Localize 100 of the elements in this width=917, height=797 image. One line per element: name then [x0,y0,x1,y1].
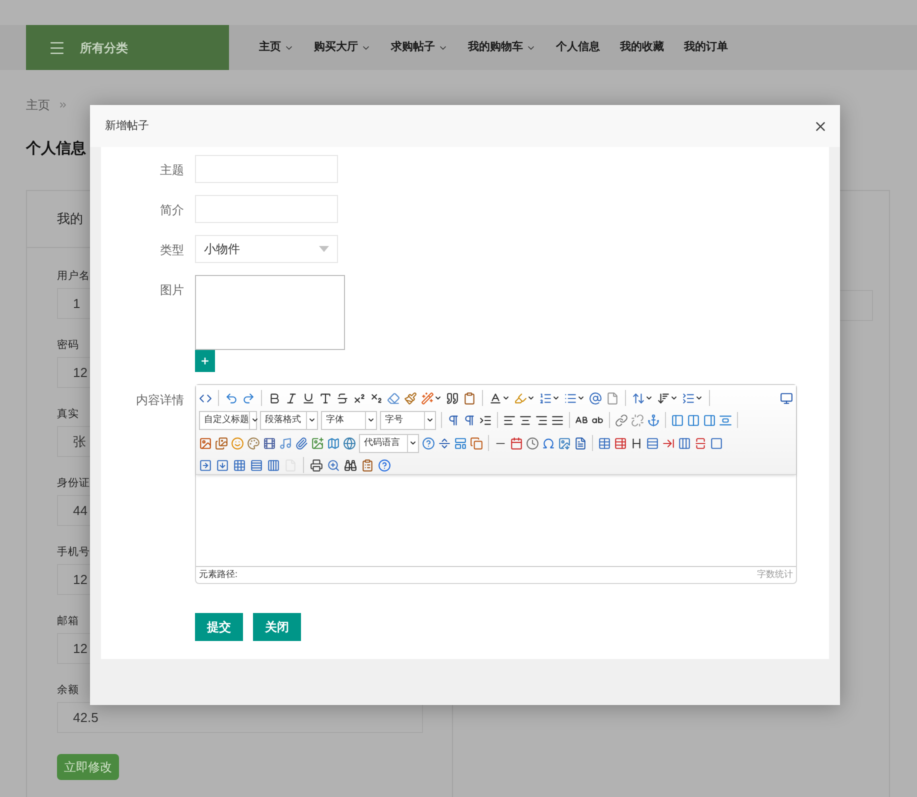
file-icon[interactable] [606,392,619,404]
caret-icon[interactable] [645,394,653,402]
redo-icon[interactable] [242,392,255,404]
omega-icon[interactable] [542,436,555,450]
editor-select[interactable]: 自定义标题 [199,410,257,430]
breadcrumb-link[interactable]: 主页 [26,96,50,114]
paste-icon[interactable] [463,392,476,404]
merge-right-icon[interactable] [199,458,212,472]
rich-text-editor[interactable]: 自定义标题 段落格式 字体 字号 代码语言 元素路径: 字数统计 [195,384,797,584]
font-color-icon[interactable] [489,392,502,404]
anchor-icon[interactable] [647,414,660,426]
caret-icon[interactable] [670,394,678,402]
subscript-icon[interactable] [370,392,383,404]
caret-icon[interactable] [552,394,560,402]
delete-table-icon[interactable] [614,436,627,450]
caret-icon[interactable] [434,394,442,402]
image-icon[interactable] [199,436,212,450]
unlink-icon[interactable] [631,414,644,426]
images-icon[interactable] [215,436,228,450]
table-icon[interactable] [598,436,611,450]
align-center-icon[interactable] [519,414,532,426]
submit-button[interactable]: 提交 [195,613,243,641]
delete-column-icon[interactable] [694,436,707,450]
link-icon[interactable] [615,414,628,426]
image-block-icon[interactable] [719,414,732,426]
insert-column-icon[interactable] [678,436,691,450]
at-sign-icon[interactable] [589,392,602,404]
nav-link[interactable]: 我的收藏 [620,39,664,56]
nav-link[interactable]: 购买大厅 [314,39,371,56]
editor-select[interactable]: 字体 [321,410,377,430]
music-icon[interactable] [279,436,292,450]
close-dialog-button[interactable]: 关闭 [253,613,301,641]
all-categories-button[interactable]: 所有分类 [26,25,229,70]
draft-icon[interactable] [361,458,374,472]
text-field[interactable] [195,195,338,223]
nav-link[interactable]: 个人信息 [556,39,600,56]
quote-icon[interactable] [446,392,459,404]
editor-select[interactable]: 段落格式 [260,410,318,430]
preview-icon[interactable] [327,458,340,472]
code-icon[interactable] [199,392,212,404]
image-center-icon[interactable] [687,414,700,426]
text-field[interactable] [195,155,338,183]
fullscreen-icon[interactable] [780,392,793,404]
search-icon[interactable] [344,458,357,472]
page-break-icon[interactable] [438,436,451,450]
align-right-icon[interactable] [535,414,548,426]
nav-link[interactable]: 我的订单 [684,39,728,56]
insert-row-icon[interactable] [646,436,659,450]
doodle-icon[interactable] [247,436,260,450]
underline-icon[interactable] [302,392,315,404]
split-cells-icon[interactable] [233,458,246,472]
image-left-icon[interactable] [671,414,684,426]
caret-icon[interactable] [695,394,703,402]
ltr-icon[interactable] [447,414,460,426]
align-justify-icon[interactable] [551,414,564,426]
nav-link[interactable]: 我的购物车 [468,39,536,56]
caret-icon[interactable] [577,394,585,402]
merge-down-icon[interactable] [216,458,229,472]
add-image-button[interactable] [195,350,215,372]
rtl-icon[interactable] [463,414,476,426]
row-spacing-icon[interactable] [632,392,645,404]
editor-select[interactable]: 代码语言 [359,434,419,452]
paintbrush-icon[interactable] [404,392,417,404]
video-icon[interactable] [263,436,276,450]
field-label: 图片 [159,282,184,299]
attachment-icon[interactable] [295,436,308,450]
map-icon[interactable] [327,436,340,450]
line-height-icon[interactable] [682,392,695,404]
card-title: 我的 [57,210,83,228]
help-icon[interactable] [378,458,391,472]
field-label: 用户名 [57,269,90,283]
template-icon[interactable] [454,436,467,450]
print-icon[interactable] [310,458,323,472]
split-columns-icon[interactable] [267,458,280,472]
list-icon[interactable] [564,392,577,404]
split-rows-icon[interactable] [250,458,263,472]
nav-link[interactable]: 求购帖子 [391,39,448,56]
align-left-icon[interactable] [503,414,516,426]
strikethrough-icon[interactable] [336,392,349,404]
superscript-icon[interactable] [353,392,366,404]
editor-select[interactable]: 字号 [380,410,436,430]
nav-link[interactable]: 主页 [259,39,294,56]
type-select[interactable]: 小物件 [195,235,338,263]
field-label: 身份证 [57,476,90,490]
indent-icon[interactable] [479,414,492,426]
image-right-icon[interactable] [703,414,716,426]
caret-icon[interactable] [527,394,535,402]
caret-icon [308,416,316,424]
image-plus-icon[interactable] [311,436,324,450]
delete-row-icon[interactable] [662,436,675,450]
ordered-list-icon[interactable] [539,392,552,404]
caret-icon[interactable] [502,394,510,402]
paragraph-spacing-icon[interactable] [657,392,670,404]
calendar-icon[interactable] [510,436,523,450]
eraser-icon[interactable] [387,392,400,404]
wand-icon[interactable] [421,392,434,404]
undo-icon[interactable] [225,392,238,404]
bold-icon[interactable] [268,392,281,404]
italic-icon[interactable] [285,392,298,404]
clock-icon[interactable] [526,436,539,450]
